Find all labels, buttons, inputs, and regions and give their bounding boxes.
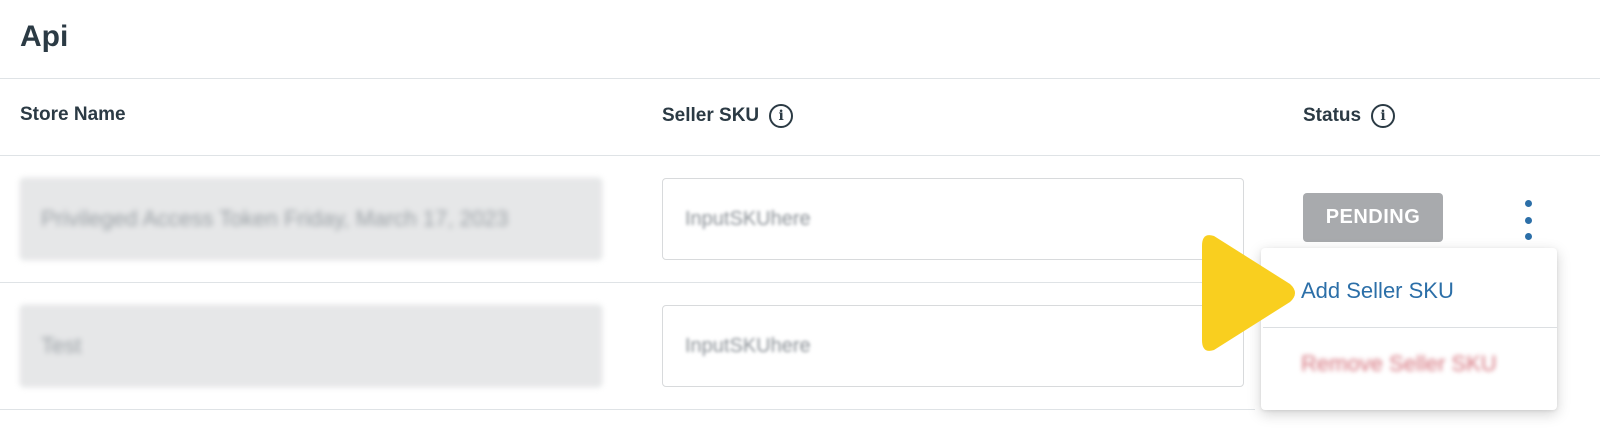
kebab-menu-icon[interactable]	[1516, 200, 1540, 240]
api-section: Api Store Name Seller SKU i Status i Pri…	[0, 0, 1600, 430]
divider	[0, 155, 1600, 156]
store-name-field: Test	[20, 305, 602, 387]
divider	[0, 409, 1255, 410]
seller-sku-input-container	[662, 178, 1244, 260]
store-name-value: Privileged Access Token Friday, March 17…	[41, 206, 509, 231]
column-header-label: Status	[1303, 105, 1362, 126]
store-name-field: Privileged Access Token Friday, March 17…	[20, 178, 602, 260]
info-icon[interactable]: i	[769, 104, 794, 128]
remove-seller-sku-menu-item[interactable]: Remove Seller SKU	[1261, 351, 1557, 377]
kebab-dot	[1524, 216, 1532, 224]
column-header-seller-sku: Seller SKU i	[662, 104, 794, 128]
seller-sku-input[interactable]	[683, 333, 1243, 359]
column-header-label: Store Name	[20, 104, 126, 125]
column-header-store-name: Store Name	[20, 104, 126, 126]
kebab-dot	[1524, 233, 1532, 240]
section-title: Api	[20, 20, 69, 53]
add-seller-sku-menu-item[interactable]: Add Seller SKU	[1261, 278, 1557, 304]
divider	[0, 282, 1255, 283]
row-actions-menu: Add Seller SKU Remove Seller SKU	[1261, 248, 1557, 410]
pointer-arrow-icon	[1202, 235, 1295, 351]
divider	[0, 78, 1600, 79]
status-badge: PENDING	[1303, 193, 1443, 242]
seller-sku-input-container	[662, 305, 1244, 387]
seller-sku-input[interactable]	[683, 206, 1243, 232]
kebab-dot	[1524, 200, 1532, 207]
menu-divider	[1263, 327, 1557, 328]
column-header-status: Status i	[1303, 104, 1396, 128]
info-icon[interactable]: i	[1371, 104, 1396, 128]
store-name-value: Test	[41, 333, 82, 358]
column-header-label: Seller SKU	[662, 105, 760, 126]
